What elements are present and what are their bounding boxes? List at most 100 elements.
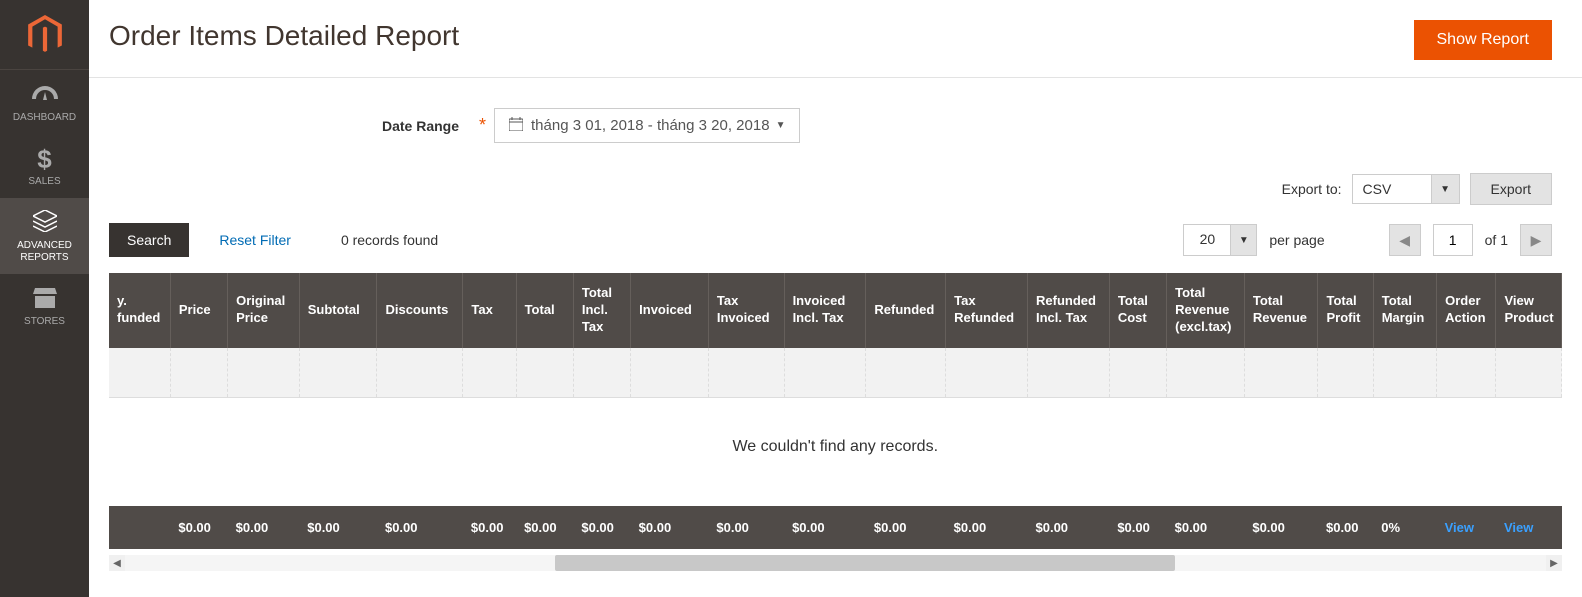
page-of-label: of 1 <box>1485 232 1508 248</box>
empty-message: We couldn't find any records. <box>109 398 1562 507</box>
footer-cell: $0.00 <box>573 506 630 549</box>
table-footer-row: $0.00 $0.00 $0.00 $0.00 $0.00 $0.00 $0.0… <box>109 506 1562 549</box>
page-header: Order Items Detailed Report Show Report <box>89 0 1582 78</box>
col-tax[interactable]: Tax <box>463 273 516 348</box>
col-qty-refunded[interactable]: y. funded <box>109 273 170 348</box>
main-content: Order Items Detailed Report Show Report … <box>89 0 1582 597</box>
col-refunded[interactable]: Refunded <box>866 273 946 348</box>
col-invoiced[interactable]: Invoiced <box>631 273 709 348</box>
calendar-icon <box>509 117 523 134</box>
col-order-action[interactable]: Order Action <box>1437 273 1496 348</box>
footer-cell: $0.00 <box>708 506 784 549</box>
footer-cell: $0.00 <box>784 506 866 549</box>
date-range-label: Date Range <box>109 118 479 134</box>
reset-filter-link[interactable]: Reset Filter <box>219 232 291 248</box>
sidebar: DASHBOARD $ SALES ADVANCEDREPORTS STORES <box>0 0 89 597</box>
sidebar-item-label: DASHBOARD <box>13 112 76 124</box>
footer-cell: $0.00 <box>866 506 946 549</box>
table-header-row: y. funded Price Original Price Subtotal … <box>109 273 1562 348</box>
date-range-value: tháng 3 01, 2018 - tháng 3 20, 2018 <box>531 117 770 134</box>
sidebar-item-sales[interactable]: $ SALES <box>0 134 89 198</box>
footer-cell: $0.00 <box>228 506 300 549</box>
empty-row: We couldn't find any records. <box>109 398 1562 507</box>
col-original-price[interactable]: Original Price <box>228 273 300 348</box>
gauge-icon <box>32 82 58 108</box>
footer-cell: $0.00 <box>299 506 377 549</box>
horizontal-scrollbar[interactable]: ◀ ▶ <box>109 555 1562 571</box>
export-format-value: CSV <box>1352 174 1432 204</box>
sidebar-item-stores[interactable]: STORES <box>0 274 89 338</box>
records-found-text: 0 records found <box>341 232 438 248</box>
footer-cell: $0.00 <box>1318 506 1373 549</box>
sidebar-item-label: STORES <box>24 316 65 328</box>
report-table: y. funded Price Original Price Subtotal … <box>109 273 1562 549</box>
sidebar-item-label: ADVANCEDREPORTS <box>17 240 72 264</box>
col-view-product[interactable]: View Product <box>1496 273 1562 348</box>
footer-cell: $0.00 <box>170 506 227 549</box>
grid-toolbar: Search Reset Filter 0 records found 20 ▼… <box>89 223 1582 269</box>
search-button[interactable]: Search <box>109 223 189 257</box>
show-report-button[interactable]: Show Report <box>1414 20 1553 60</box>
prev-page-button[interactable]: ◀ <box>1389 224 1421 256</box>
footer-cell: $0.00 <box>946 506 1028 549</box>
current-page-input[interactable] <box>1433 224 1473 256</box>
date-range-label-text: Date Range <box>382 118 459 134</box>
required-asterisk: * <box>479 115 486 136</box>
filter-row: Date Range * tháng 3 01, 2018 - tháng 3 … <box>89 78 1582 173</box>
footer-cell: $0.00 <box>1167 506 1245 549</box>
scroll-right-arrow-icon[interactable]: ▶ <box>1546 555 1562 571</box>
store-icon <box>33 286 57 312</box>
footer-cell: $0.00 <box>516 506 573 549</box>
scroll-thumb[interactable] <box>555 555 1175 571</box>
footer-cell: $0.00 <box>377 506 463 549</box>
export-format-select[interactable]: CSV ▼ <box>1352 174 1460 204</box>
col-tax-invoiced[interactable]: Tax Invoiced <box>708 273 784 348</box>
col-refunded-incl-tax[interactable]: Refunded Incl. Tax <box>1028 273 1110 348</box>
sidebar-item-advanced-reports[interactable]: ADVANCEDREPORTS <box>0 198 89 274</box>
scroll-left-arrow-icon[interactable]: ◀ <box>109 555 125 571</box>
export-button[interactable]: Export <box>1470 173 1552 205</box>
magento-logo[interactable] <box>0 0 89 70</box>
footer-cell <box>109 506 170 549</box>
col-subtotal[interactable]: Subtotal <box>299 273 377 348</box>
col-price[interactable]: Price <box>170 273 227 348</box>
col-total-margin[interactable]: Total Margin <box>1373 273 1436 348</box>
table-filter-row <box>109 348 1562 398</box>
col-invoiced-incl-tax[interactable]: Invoiced Incl. Tax <box>784 273 866 348</box>
footer-cell: 0% <box>1373 506 1436 549</box>
layers-icon <box>33 210 57 236</box>
footer-cell: $0.00 <box>631 506 709 549</box>
dollar-icon: $ <box>37 146 51 172</box>
col-tax-refunded[interactable]: Tax Refunded <box>946 273 1028 348</box>
table-wrap: y. funded Price Original Price Subtotal … <box>109 273 1562 549</box>
scroll-track[interactable] <box>125 555 1546 571</box>
sidebar-item-dashboard[interactable]: DASHBOARD <box>0 70 89 134</box>
col-total[interactable]: Total <box>516 273 573 348</box>
footer-cell: $0.00 <box>1244 506 1318 549</box>
view-link[interactable]: View <box>1504 520 1533 535</box>
export-row: Export to: CSV ▼ Export <box>89 173 1582 223</box>
footer-cell: $0.00 <box>463 506 516 549</box>
per-page-value[interactable]: 20 <box>1183 224 1231 256</box>
col-total-revenue-excl-tax[interactable]: Total Revenue (excl.tax) <box>1167 273 1245 348</box>
footer-order-action[interactable]: View <box>1437 506 1496 549</box>
date-range-picker[interactable]: tháng 3 01, 2018 - tháng 3 20, 2018 ▼ <box>494 108 800 143</box>
footer-cell: $0.00 <box>1109 506 1166 549</box>
chevron-down-icon: ▼ <box>776 120 786 131</box>
footer-view-product[interactable]: View <box>1496 506 1562 549</box>
pager: 20 ▼ per page ◀ of 1 ▶ <box>1183 224 1552 256</box>
page-title: Order Items Detailed Report <box>109 20 459 52</box>
sidebar-menu: DASHBOARD $ SALES ADVANCEDREPORTS STORES <box>0 70 89 338</box>
chevron-down-icon[interactable]: ▼ <box>1432 174 1460 204</box>
next-page-button[interactable]: ▶ <box>1520 224 1552 256</box>
view-link[interactable]: View <box>1445 520 1474 535</box>
chevron-down-icon[interactable]: ▼ <box>1231 224 1257 256</box>
col-discounts[interactable]: Discounts <box>377 273 463 348</box>
export-label: Export to: <box>1282 181 1342 197</box>
col-total-profit[interactable]: Total Profit <box>1318 273 1373 348</box>
col-total-revenue[interactable]: Total Revenue <box>1244 273 1318 348</box>
col-total-incl-tax[interactable]: Total Incl. Tax <box>573 273 630 348</box>
magento-logo-icon <box>25 15 65 55</box>
sidebar-item-label: SALES <box>28 176 60 188</box>
col-total-cost[interactable]: Total Cost <box>1109 273 1166 348</box>
